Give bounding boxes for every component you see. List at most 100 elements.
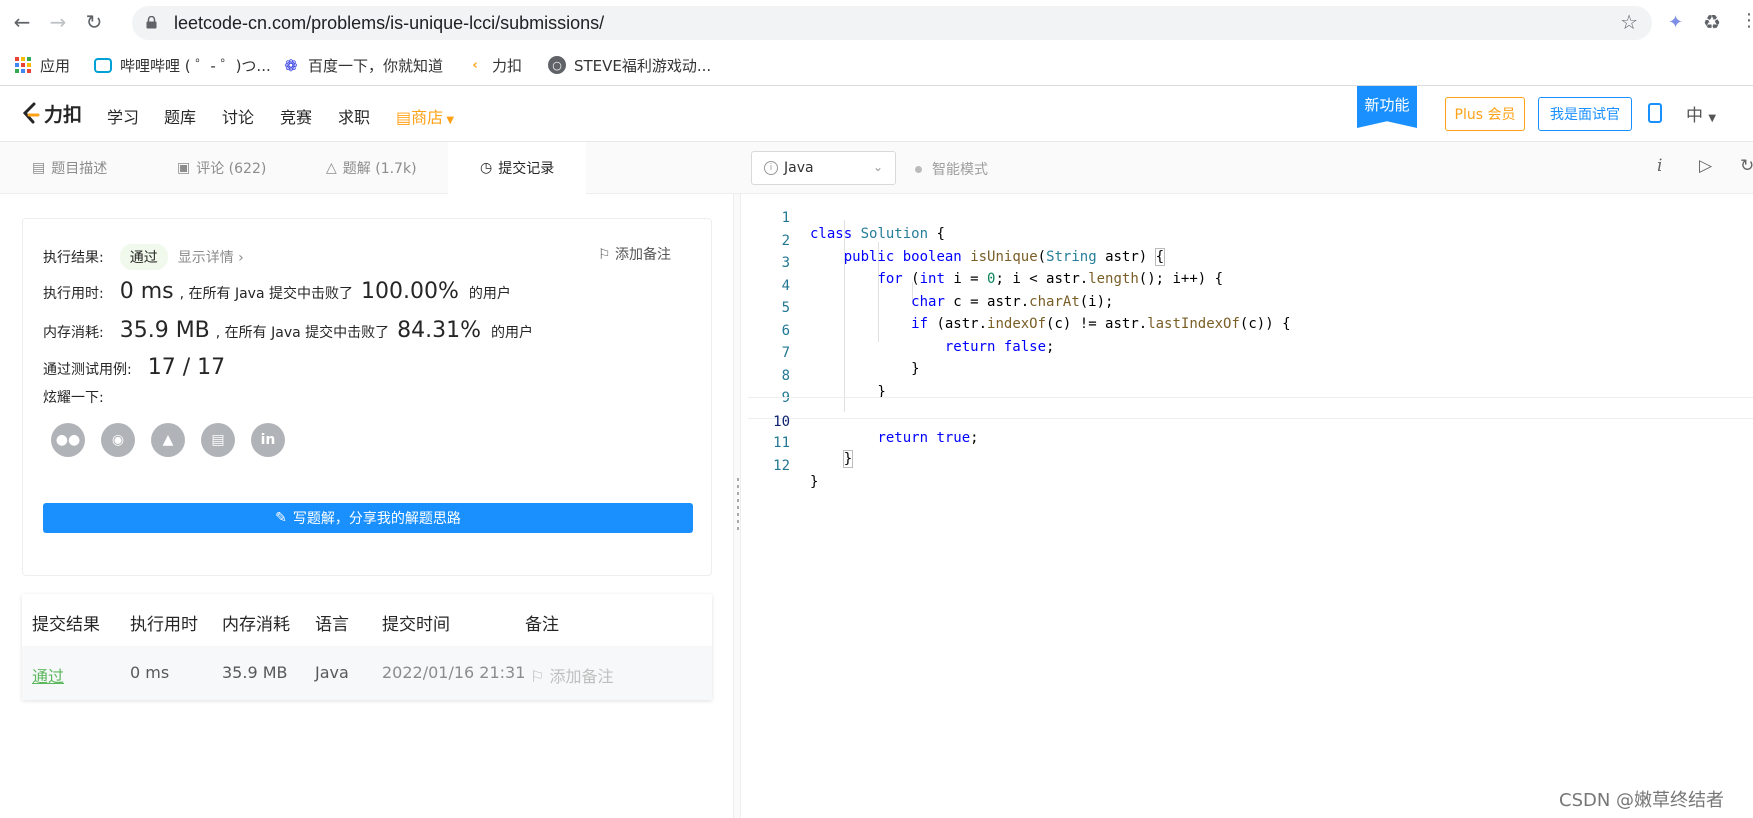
header-memory: 内存消耗 <box>222 615 290 635</box>
result-card: 执行结果: 通过 显示详情 › ⚐ 添加备注 执行用时: 0 ms , 在所有 … <box>22 218 712 576</box>
tab-submissions[interactable]: ◷ 提交记录 <box>448 142 587 194</box>
code-line: 7 } <box>748 329 1753 377</box>
bookmark-star-icon[interactable]: ☆ <box>1620 10 1638 34</box>
row-time: 2022/01/16 21:31 <box>382 663 526 682</box>
language-value: Java <box>784 160 814 176</box>
info-icon: i <box>764 161 778 175</box>
code-line: 8 } <box>748 352 1753 400</box>
tab-comments[interactable]: ▣ 评论 (622) <box>177 142 266 194</box>
store-icon: ▤ <box>396 108 412 127</box>
tab-solutions[interactable]: △ 题解 (1.7k) <box>326 142 417 194</box>
editor-toolbar: i Java ⌄ 智能模式 i ▷ ↻ <box>737 142 1753 194</box>
bookmark-leetcode[interactable]: ‹ 力扣 <box>466 54 522 76</box>
weibo-icon[interactable]: ◉ <box>101 423 135 457</box>
drag-handle[interactable] <box>737 478 739 534</box>
bookmark-label: 力扣 <box>492 56 523 75</box>
document-icon: ▤ <box>32 160 46 176</box>
reset-icon[interactable]: ↻ <box>1740 156 1753 176</box>
reload-icon[interactable]: ↻ <box>82 10 106 34</box>
header-time: 提交时间 <box>382 615 450 635</box>
row-memory: 35.9 MB <box>222 663 288 682</box>
code-editor[interactable]: 1 class Solution { 2 public boolean isUn… <box>748 194 1753 818</box>
result-label: 执行结果: <box>43 250 104 266</box>
extension-bird-icon[interactable]: ✦ <box>1668 12 1683 33</box>
toggle-dot <box>915 165 922 173</box>
bookmark-baidu[interactable]: ❁ 百度一下，你就知道 <box>282 54 443 76</box>
panel-splitter[interactable] <box>733 194 741 818</box>
submission-panel: 执行结果: 通过 显示详情 › ⚐ 添加备注 执行用时: 0 ms , 在所有 … <box>0 194 737 818</box>
bookmark-steve[interactable]: ○ STEVE福利游戏动... <box>548 54 711 76</box>
new-feature-badge[interactable]: 新功能 <box>1357 86 1417 128</box>
code-line: 3 for (int i = 0; i < astr.length(); i++… <box>748 239 1753 287</box>
shop-label: 商店 <box>411 108 444 127</box>
add-note-button[interactable]: ⚐ 添加备注 <box>598 244 671 264</box>
code-line: 6 return false; <box>748 307 1753 355</box>
header-language: 语言 <box>315 615 349 635</box>
back-arrow-icon[interactable]: ← <box>10 10 34 34</box>
code-line: 5 if (astr.indexOf(c) != astr.lastIndexO… <box>748 284 1753 332</box>
leetcode-logo[interactable]: 力扣 <box>20 100 82 127</box>
runtime-percent: 100.00% <box>360 279 459 304</box>
site-header: 力扣 学习 题库 讨论 竞赛 求职 ▤商店 ▼ 新功能 Plus 会员 我是面试… <box>0 86 1753 142</box>
address-bar[interactable]: leetcode-cn.com/problems/is-unique-lcci/… <box>132 6 1652 40</box>
header-result: 提交结果 <box>32 615 100 635</box>
plus-member-button[interactable]: Plus 会员 <box>1445 97 1525 131</box>
code-line: 4 char c = astr.charAt(i); <box>748 262 1753 310</box>
nav-discuss[interactable]: 讨论 <box>222 104 254 128</box>
bookmark-apps[interactable]: 应用 <box>14 54 70 76</box>
info-italic-icon[interactable]: i <box>1657 156 1662 176</box>
leetcode-icon: ‹ <box>472 57 478 73</box>
forward-arrow-icon[interactable]: → <box>46 10 70 34</box>
nav-learn[interactable]: 学习 <box>107 104 139 128</box>
row-add-note[interactable]: ⚐ 添加备注 <box>530 663 613 687</box>
smart-mode-label: 智能模式 <box>932 162 988 178</box>
qq-icon[interactable]: ▲ <box>151 423 185 457</box>
tab-description[interactable]: ▤ 题目描述 <box>32 142 107 194</box>
wechat-icon[interactable]: ●● <box>51 423 85 457</box>
linkedin-icon[interactable]: in <box>251 423 285 457</box>
show-detail-link[interactable]: 显示详情 › <box>178 247 244 267</box>
nav-problems[interactable]: 题库 <box>164 104 196 128</box>
bookmarks-bar: 应用 哔哩哔哩 ( ゜- ゜)つ... ❁ 百度一下，你就知道 ‹ 力扣 ○ S… <box>0 44 1753 86</box>
douban-icon[interactable]: ▤ <box>201 423 235 457</box>
tests-label: 通过测试用例: <box>43 362 132 378</box>
logo-text: 力扣 <box>44 104 83 126</box>
problem-tabs: ▤ 题目描述 ▣ 评论 (622) △ 题解 (1.7k) ◷ 提交记录 <box>0 142 737 194</box>
nav-contest[interactable]: 竞赛 <box>280 104 312 128</box>
menu-kebab-icon[interactable]: ⋮ <box>1740 10 1753 31</box>
bookmark-label: 百度一下，你就知道 <box>308 56 444 75</box>
bookmark-label: 哔哩哔哩 ( ゜- ゜)つ... <box>120 56 271 75</box>
watermark: CSDN @嫩草终结者 <box>1559 790 1725 811</box>
tab-label: 提交记录 <box>498 161 555 177</box>
language-select[interactable]: i Java ⌄ <box>751 151 896 185</box>
interviewer-button[interactable]: 我是面试官 <box>1538 97 1632 131</box>
apps-grid-icon <box>14 56 32 74</box>
table-row[interactable]: 通过 0 ms 35.9 MB Java 2022/01/16 21:31 ⚐ … <box>22 646 712 700</box>
globe-icon: ○ <box>548 56 566 74</box>
mobile-app-icon[interactable] <box>1648 103 1662 123</box>
leetcode-logo-icon <box>22 102 40 123</box>
share-label-row: 炫耀一下: <box>43 387 104 407</box>
browser-toolbar: ← → ↻ leetcode-cn.com/problems/is-unique… <box>0 0 1753 44</box>
puzzle-extensions-icon[interactable]: ♻ <box>1703 10 1721 34</box>
result-row: 执行结果: 通过 显示详情 › <box>43 244 244 270</box>
header-note: 备注 <box>525 615 559 635</box>
runtime-text: , 在所有 Java 提交中击败了 <box>179 286 353 302</box>
tests-value: 17 / 17 <box>147 355 226 380</box>
memory-value: 35.9 MB <box>119 318 210 343</box>
bookmark-bilibili[interactable]: 哔哩哔哩 ( ゜- ゜)つ... <box>94 54 271 76</box>
nav-jobs[interactable]: 求职 <box>338 104 370 128</box>
nav-shop[interactable]: ▤商店 ▼ <box>396 104 454 128</box>
write-solution-button[interactable]: ✎ 写题解，分享我的解题思路 <box>43 503 693 533</box>
caret-down-icon: ▼ <box>443 115 455 126</box>
caret-down-icon: ▼ <box>1708 113 1717 124</box>
baidu-paw-icon: ❁ <box>284 55 298 75</box>
runtime-label: 执行用时: <box>43 286 104 302</box>
header-runtime: 执行用时 <box>130 615 198 635</box>
status-badge: 通过 <box>119 244 168 270</box>
result-link[interactable]: 通过 <box>32 663 64 687</box>
flask-icon: △ <box>326 160 337 176</box>
language-switch[interactable]: 中 ▼ <box>1686 101 1716 126</box>
play-flag-icon[interactable]: ▷ <box>1699 156 1712 176</box>
smart-mode-toggle[interactable]: 智能模式 <box>915 159 988 179</box>
